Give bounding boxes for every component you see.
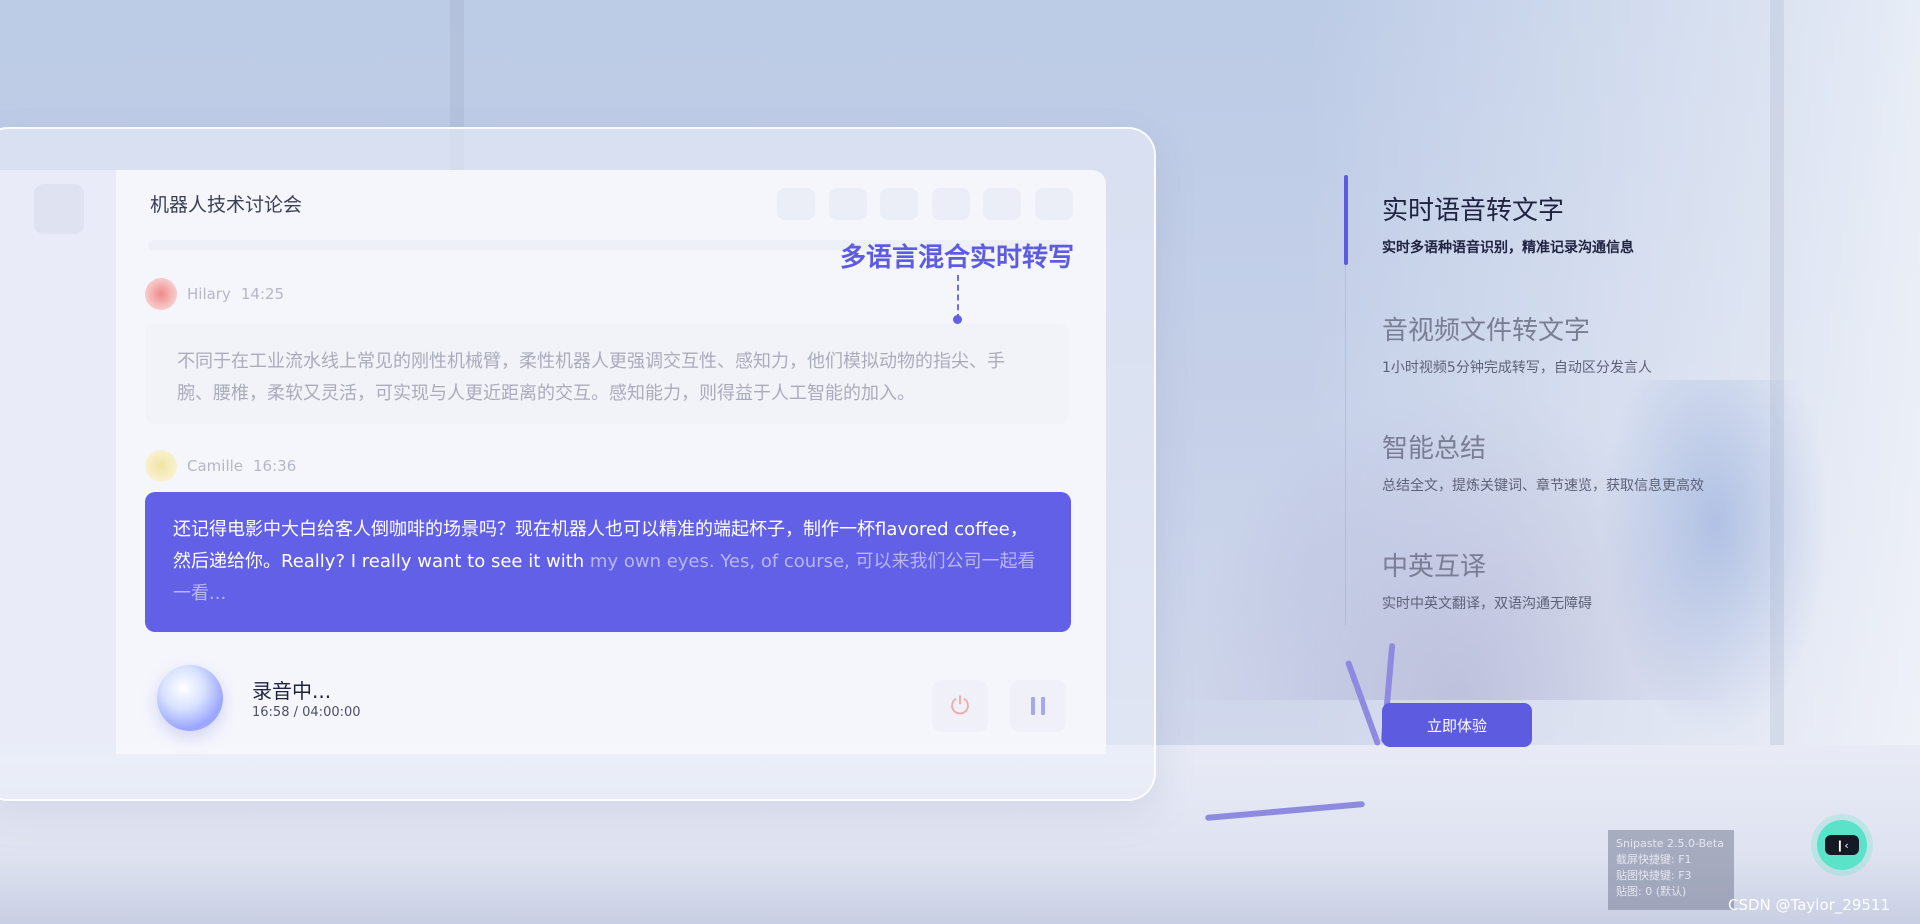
snipaste-line: 贴图快捷键: F3 bbox=[1616, 869, 1692, 882]
snipaste-overlay: Snipaste 2.5.0-Beta 截屏快捷键: F1 贴图快捷键: F3 … bbox=[1608, 830, 1734, 910]
feature-callout: 多语言混合实时转写 bbox=[840, 243, 1075, 273]
message-header: Camille 16:36 bbox=[145, 450, 296, 482]
feature-active-indicator bbox=[1344, 175, 1348, 265]
toolbar-button[interactable] bbox=[983, 188, 1021, 220]
feature-title: 智能总结 bbox=[1382, 434, 1487, 464]
feature-desc: 实时多语种语音识别，精准记录沟通信息 bbox=[1382, 240, 1634, 256]
message-text: 不同于在工业流水线上常见的刚性机械臂，柔性机器人更强调交互性、感知力，他们模拟动… bbox=[177, 351, 1005, 404]
avatar bbox=[145, 450, 177, 482]
snipaste-line: 贴图: 0 (默认) bbox=[1616, 885, 1687, 898]
app-sidebar bbox=[0, 170, 116, 754]
author-name: Camille bbox=[187, 457, 244, 475]
recording-orb-icon bbox=[157, 665, 223, 731]
toolbar-button[interactable] bbox=[880, 188, 918, 220]
message-time: 16:36 bbox=[253, 457, 297, 475]
recording-time: 16:58 / 04:00:00 bbox=[252, 705, 361, 720]
try-now-button[interactable]: 立即体验 bbox=[1382, 703, 1532, 747]
toolbar-button[interactable] bbox=[1035, 188, 1073, 220]
message-text: 还记得电影中大白给客人倒咖啡的场景吗？现在机器人也可以精准的端起杯子，制作一杯f… bbox=[173, 514, 1043, 610]
feature-desc: 实时中英文翻译，双语沟通无障碍 bbox=[1382, 596, 1592, 612]
feature-desc: 1小时视频5分钟完成转写，自动区分发言人 bbox=[1382, 360, 1652, 376]
author-name: Hilary bbox=[187, 285, 231, 303]
feature-item-translate[interactable]: 中英互译 实时中英文翻译，双语沟通无障碍 bbox=[1382, 546, 1592, 613]
stop-button[interactable]: ⏻ bbox=[932, 680, 988, 732]
pause-button[interactable] bbox=[1010, 680, 1066, 732]
message-bubble-active: 还记得电影中大白给客人倒咖啡的场景吗？现在机器人也可以精准的端起杯子，制作一杯f… bbox=[145, 492, 1071, 632]
time-separator: / bbox=[293, 705, 298, 720]
message-bubble: 不同于在工业流水线上常见的刚性机械臂，柔性机器人更强调交互性、感知力，他们模拟动… bbox=[145, 324, 1069, 424]
feature-item-file-transcribe[interactable]: 音视频文件转文字 1小时视频5分钟完成转写，自动区分发言人 bbox=[1382, 310, 1652, 377]
recording-elapsed: 16:58 bbox=[252, 705, 290, 720]
floating-assistant-button[interactable]: ❙‹ bbox=[1817, 820, 1867, 870]
toolbar-button[interactable] bbox=[829, 188, 867, 220]
toolbar-button[interactable] bbox=[932, 188, 970, 220]
page-title: 机器人技术讨论会 bbox=[150, 194, 303, 216]
power-icon: ⏻ bbox=[950, 692, 970, 720]
sidebar-logo[interactable] bbox=[34, 184, 84, 234]
watermark: CSDN @Taylor_29511 bbox=[1728, 896, 1891, 914]
message-time: 14:25 bbox=[240, 285, 285, 303]
recording-status: 录音中... bbox=[252, 679, 332, 703]
callout-line bbox=[957, 275, 959, 320]
feature-desc: 总结全文，提炼关键词、章节速览，获取信息更高效 bbox=[1382, 478, 1704, 494]
message-header: Hilary 14:25 bbox=[145, 278, 284, 310]
snipaste-line: 截屏快捷键: F1 bbox=[1616, 853, 1692, 866]
pause-icon bbox=[1031, 697, 1045, 715]
feature-item-summary[interactable]: 智能总结 总结全文，提炼关键词、章节速览，获取信息更高效 bbox=[1382, 428, 1704, 495]
feature-title: 中英互译 bbox=[1382, 552, 1487, 582]
feature-item-realtime[interactable]: 实时语音转文字 实时多语种语音识别，精准记录沟通信息 bbox=[1382, 190, 1634, 257]
recording-total: 04:00:00 bbox=[302, 705, 361, 720]
avatar bbox=[145, 278, 177, 310]
snipaste-line: Snipaste 2.5.0-Beta bbox=[1616, 837, 1724, 850]
feature-rail bbox=[1345, 265, 1346, 625]
callout-dot bbox=[953, 315, 962, 324]
feature-title: 音视频文件转文字 bbox=[1382, 316, 1591, 346]
collapse-icon: ❙‹ bbox=[1825, 835, 1859, 855]
toolbar-button[interactable] bbox=[777, 188, 815, 220]
feature-title: 实时语音转文字 bbox=[1382, 196, 1565, 226]
